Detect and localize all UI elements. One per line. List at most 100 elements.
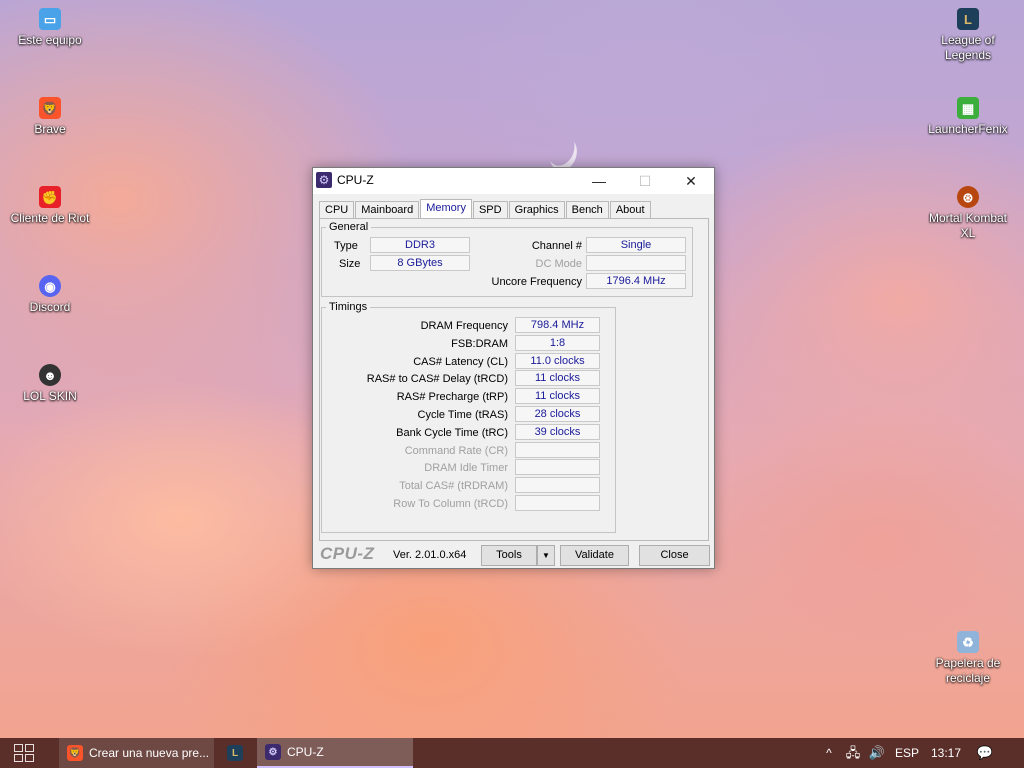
tab-memory[interactable]: Memory bbox=[420, 199, 472, 219]
network-icon[interactable]: 🖧 bbox=[843, 738, 863, 768]
tab-graphics[interactable]: Graphics bbox=[508, 201, 565, 219]
desktop-icon-label: Mortal Kombat XL bbox=[928, 211, 1008, 240]
general-legend: General bbox=[329, 221, 369, 233]
title-bar[interactable]: ⚙ CPU-Z — ☐ ✕ bbox=[313, 168, 714, 194]
timing-value bbox=[515, 459, 600, 476]
riot-client-icon: ✊ bbox=[39, 186, 61, 208]
desktop-icon-label: Discord bbox=[29, 300, 71, 314]
taskbar-item-league[interactable]: L bbox=[219, 738, 251, 768]
maximize-button[interactable]: ☐ bbox=[622, 168, 668, 194]
taskbar-item-label: Crear una nueva pre... bbox=[89, 746, 210, 760]
desktop-icon-label: Este equipo bbox=[18, 33, 82, 47]
taskbar-item-brave[interactable]: 🦁 Crear una nueva pre... bbox=[59, 738, 214, 768]
memory-tab-panel: General Type DDR3 Size 8 GBytes Channel … bbox=[319, 218, 709, 541]
desktop-icon-cliente-de-riot[interactable]: ✊ Cliente de Riot bbox=[2, 186, 98, 226]
desktop-icon-brave[interactable]: 🦁 Brave bbox=[2, 97, 98, 137]
tab-bench[interactable]: Bench bbox=[565, 201, 609, 219]
timings-legend: Timings bbox=[329, 301, 368, 313]
timing-label: Bank Cycle Time (tRC) bbox=[396, 426, 508, 439]
desktop-icon-papelera[interactable]: ♻ Papelera de reciclaje bbox=[920, 631, 1016, 686]
tools-dropdown-arrow-icon[interactable]: ▼ bbox=[537, 545, 555, 566]
dc-mode-value bbox=[586, 255, 686, 271]
timing-label: Command Rate (CR) bbox=[404, 444, 508, 457]
notification-icon[interactable]: 💬 bbox=[974, 738, 996, 768]
mortal-kombat-icon: ⊛ bbox=[957, 186, 979, 208]
cpuz-icon: ⚙ bbox=[265, 744, 281, 760]
close-button[interactable]: Close bbox=[639, 545, 710, 566]
timing-label: RAS# Precharge (tRP) bbox=[396, 391, 508, 404]
timing-value bbox=[515, 495, 600, 511]
timing-value bbox=[515, 477, 600, 494]
taskbar-item-label: CPU-Z bbox=[287, 745, 324, 759]
timing-value: 1:8 bbox=[515, 334, 600, 351]
tab-mainboard[interactable]: Mainboard bbox=[355, 201, 420, 219]
desktop-icon-label: League of Legends bbox=[941, 33, 995, 62]
moon-decoration bbox=[543, 129, 579, 170]
cpuz-window[interactable]: ⚙ CPU-Z — ☐ ✕ CPU Mainboard Memory SPD G… bbox=[312, 167, 715, 569]
desktop-icon-mortal-kombat-xl[interactable]: ⊛ Mortal Kombat XL bbox=[920, 186, 1016, 241]
timing-value: 798.4 MHz bbox=[515, 317, 600, 333]
tab-about[interactable]: About bbox=[609, 201, 651, 219]
launcherfenix-icon: ▦ bbox=[957, 97, 979, 119]
taskbar: 🦁 Crear una nueva pre... L ⚙ CPU-Z ^ 🖧 🔊… bbox=[0, 738, 1024, 768]
desktop-icon-league-of-legends[interactable]: L League of Legends bbox=[920, 8, 1016, 63]
show-hidden-icons-chevron-icon[interactable]: ^ bbox=[820, 738, 838, 768]
cpuz-brand: CPU-Z bbox=[320, 544, 375, 563]
timing-label: DRAM Frequency bbox=[420, 320, 508, 332]
window-title: CPU-Z bbox=[337, 173, 374, 187]
minimize-button[interactable]: — bbox=[576, 168, 622, 194]
timing-value bbox=[515, 441, 600, 458]
timing-label: DRAM Idle Timer bbox=[424, 462, 508, 475]
clock[interactable]: 13:17 bbox=[926, 738, 966, 768]
desktop-icon-label: Papelera de reciclaje bbox=[935, 656, 1001, 685]
uncore-frequency-value: 1796.4 MHz bbox=[586, 273, 686, 289]
windows-start-icon[interactable] bbox=[14, 744, 34, 762]
timing-value: 28 clocks bbox=[515, 406, 600, 422]
desktop-icon-label: Cliente de Riot bbox=[10, 211, 90, 225]
desktop-icon-label: Brave bbox=[34, 122, 66, 136]
desktop-icon-launcherfenix[interactable]: ▦ LauncherFenix bbox=[920, 97, 1016, 137]
volume-icon[interactable]: 🔊 bbox=[867, 738, 887, 768]
validate-button[interactable]: Validate bbox=[560, 545, 629, 566]
desktop-icon-label: LOL SKIN bbox=[23, 389, 77, 403]
tab-spd[interactable]: SPD bbox=[472, 201, 508, 219]
timing-value: 11 clocks bbox=[515, 370, 600, 387]
uncore-frequency-label: Uncore Frequency bbox=[491, 276, 583, 288]
timing-value: 39 clocks bbox=[515, 423, 600, 440]
desktop-icon-label: LauncherFenix bbox=[928, 122, 1008, 136]
lol-skin-icon: ☻ bbox=[39, 364, 61, 386]
version-text: Ver. 2.01.0.x64 bbox=[393, 549, 467, 561]
timing-value: 11 clocks bbox=[515, 388, 600, 405]
type-value: DDR3 bbox=[370, 237, 470, 253]
type-label: Type bbox=[334, 240, 358, 252]
desktop-icon-este-equipo[interactable]: ▭ Este equipo bbox=[2, 8, 98, 48]
size-label: Size bbox=[339, 258, 361, 270]
timing-label: RAS# to CAS# Delay (tRCD) bbox=[366, 373, 508, 386]
desktop: ▭ Este equipo 🦁 Brave ✊ Cliente de Riot … bbox=[0, 0, 1024, 738]
taskbar-item-cpuz[interactable]: ⚙ CPU-Z bbox=[257, 738, 413, 768]
brave-icon: 🦁 bbox=[67, 745, 83, 761]
timing-label: CAS# Latency (CL) bbox=[413, 355, 508, 368]
footer-bar: CPU-Z Ver. 2.01.0.x64 Tools ▼ Validate C… bbox=[313, 542, 714, 568]
timing-value: 11.0 clocks bbox=[515, 352, 600, 369]
channel-value: Single bbox=[586, 237, 686, 253]
cpuz-logo-icon: ⚙ bbox=[316, 172, 332, 188]
tab-bar: CPU Mainboard Memory SPD Graphics Bench … bbox=[319, 199, 652, 219]
discord-icon: ◉ bbox=[39, 275, 61, 297]
desktop-icon-discord[interactable]: ◉ Discord bbox=[2, 275, 98, 315]
computer-icon: ▭ bbox=[39, 8, 61, 30]
timing-label: Cycle Time (tRAS) bbox=[417, 409, 508, 421]
close-window-button[interactable]: ✕ bbox=[668, 168, 714, 194]
timing-label: Row To Column (tRCD) bbox=[393, 498, 508, 510]
recycle-bin-icon: ♻ bbox=[957, 631, 979, 653]
tools-button[interactable]: Tools bbox=[481, 545, 537, 566]
league-of-legends-icon: L bbox=[227, 745, 243, 761]
timing-label: Total CAS# (tRDRAM) bbox=[399, 480, 508, 493]
language-indicator[interactable]: ESP bbox=[893, 738, 921, 768]
timing-label: FSB:DRAM bbox=[451, 337, 508, 350]
size-value: 8 GBytes bbox=[370, 255, 470, 271]
tab-cpu[interactable]: CPU bbox=[319, 201, 355, 219]
brave-icon: 🦁 bbox=[39, 97, 61, 119]
desktop-icon-lol-skin[interactable]: ☻ LOL SKIN bbox=[2, 364, 98, 404]
channel-label: Channel # bbox=[531, 240, 582, 252]
